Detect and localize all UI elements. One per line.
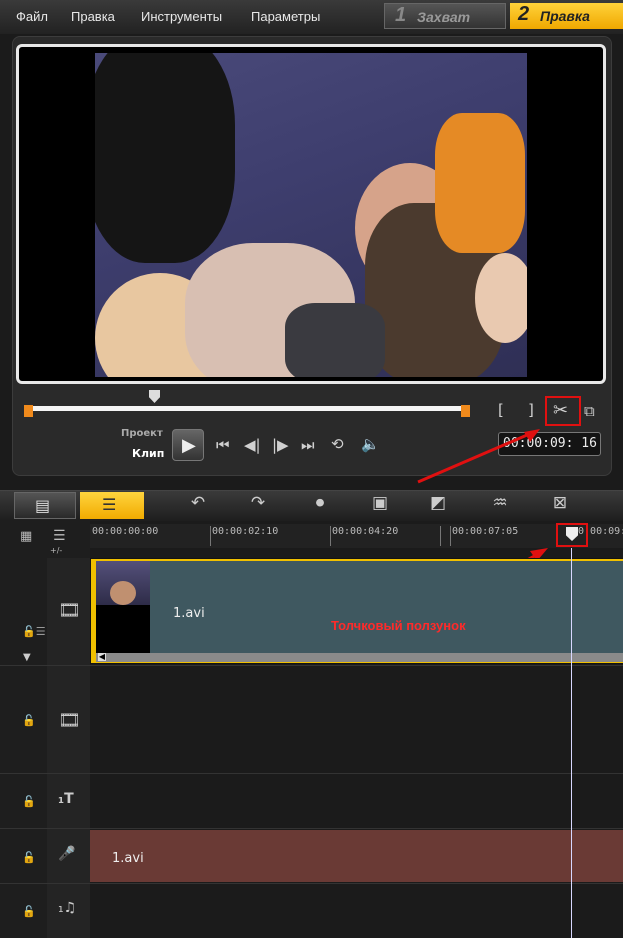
- ruler-label: 00:00:07:05: [452, 526, 519, 537]
- media-export-icon[interactable]: ▣: [360, 493, 400, 517]
- lock-icon[interactable]: 🔓: [22, 851, 36, 864]
- video-clip[interactable]: [91, 559, 623, 663]
- clip-trim-handle[interactable]: [91, 559, 96, 663]
- annotation-label: Толчковый ползунок: [331, 618, 466, 633]
- playhead-line: [571, 548, 572, 938]
- overlay-track-icon: 🎞: [58, 710, 81, 731]
- track-separator: [0, 773, 623, 774]
- timeline-view-button[interactable]: ☰: [80, 492, 144, 519]
- chapter-list-icon[interactable]: ☰: [53, 528, 66, 544]
- track-separator: [0, 883, 623, 884]
- timeline-icon: ☰: [102, 495, 117, 514]
- zoom-control[interactable]: +/-: [50, 546, 62, 555]
- track-manager-icon[interactable]: ▦: [20, 529, 32, 544]
- collapse-arrow-icon[interactable]: ▼: [23, 652, 31, 663]
- image-edit-icon[interactable]: ◩: [418, 493, 458, 517]
- lock-icon[interactable]: 🔓: [22, 795, 36, 808]
- record-capture-icon[interactable]: ⏺: [300, 493, 340, 517]
- voice-track-icon: 🎤: [58, 846, 76, 862]
- jog-slider-highlight: [556, 523, 588, 547]
- ruler-tick: [330, 526, 331, 546]
- storyboard-view-button[interactable]: ▤: [14, 492, 76, 519]
- ruler-tick: [210, 526, 211, 546]
- track-separator: [0, 828, 623, 829]
- ruler-label: 00:00:00:00: [92, 526, 159, 537]
- video-track-icon: 🎞: [58, 600, 81, 621]
- title-track-icon: ₁T: [58, 791, 74, 807]
- ruler-tick: [440, 526, 441, 546]
- redo-icon[interactable]: ↷: [238, 493, 278, 517]
- music-track-icon: ₁♫: [58, 900, 77, 916]
- filmstrip-icon: ▤: [35, 496, 51, 515]
- track-separator: [0, 665, 623, 666]
- clip-thumbnail: [96, 561, 150, 653]
- annotation-arrows: [417, 429, 548, 614]
- audio-mixer-icon[interactable]: ♒: [480, 493, 520, 517]
- undo-icon[interactable]: ↶: [178, 493, 218, 517]
- audio-clip[interactable]: [90, 830, 623, 882]
- lock-icon[interactable]: 🔓☰: [22, 625, 46, 638]
- clip-audio-strip: [96, 653, 623, 662]
- ruler-label: 00:00:02:10: [212, 526, 279, 537]
- lock-icon[interactable]: 🔓: [22, 714, 36, 727]
- lock-icon[interactable]: 🔓: [22, 905, 36, 918]
- video-clip-label: 1.avi: [173, 606, 205, 621]
- auto-music-icon[interactable]: ⊠: [540, 493, 580, 517]
- clip-volume-icon[interactable]: ◀: [98, 653, 106, 661]
- ruler-tick: [450, 526, 451, 546]
- ruler-label: 00:00:04:20: [332, 526, 399, 537]
- audio-clip-label: 1.avi: [112, 851, 144, 866]
